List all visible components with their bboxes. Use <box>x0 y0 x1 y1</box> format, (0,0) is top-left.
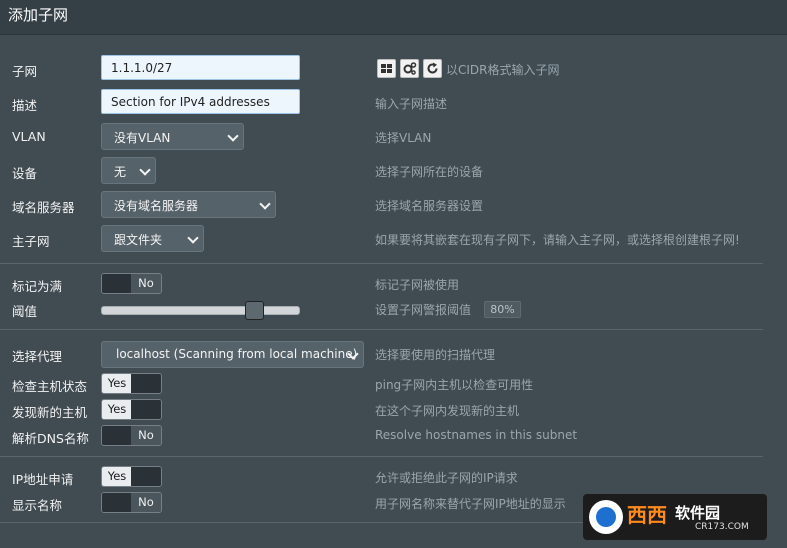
show-name-label: 显示名称 <box>12 498 63 513</box>
description-hint: 输入子网描述 <box>375 97 448 111</box>
discover-hosts-hint: 在这个子网内发现新的主机 <box>375 404 520 418</box>
refresh-icon[interactable] <box>423 59 442 78</box>
scan-agent-select[interactable]: localhost (Scanning from local machine) <box>101 341 364 368</box>
discover-hosts-toggle[interactable]: Yes <box>101 399 162 420</box>
master-subnet-hint: 如果要将其嵌套在现有子网下，请输入主子网，或选择根创建根子网! <box>375 233 740 247</box>
device-label: 设备 <box>12 166 38 181</box>
subnet-hint: 以CIDR格式输入子网 <box>446 63 560 77</box>
gears-icon[interactable] <box>400 59 419 78</box>
threshold-slider-handle[interactable] <box>245 301 264 320</box>
ip-requests-toggle[interactable]: Yes <box>101 466 162 487</box>
show-name-state: No <box>131 493 161 512</box>
mark-full-label: 标记为满 <box>12 279 63 294</box>
check-hosts-label: 检查主机状态 <box>12 379 88 394</box>
resolve-dns-hint: Resolve hostnames in this subnet <box>375 428 578 442</box>
nameserver-label: 域名服务器 <box>12 200 75 215</box>
description-input[interactable]: Section for IPv4 addresses <box>101 89 300 114</box>
vlan-label: VLAN <box>12 129 46 144</box>
check-hosts-hint: ping子网内主机以检查可用性 <box>375 378 534 392</box>
scan-agent-label: 选择代理 <box>12 349 63 364</box>
master-subnet-select[interactable]: 跟文件夹 <box>101 225 204 252</box>
vlan-select[interactable]: 没有VLAN <box>101 123 244 150</box>
watermark-url: CR173.COM <box>695 522 749 532</box>
mark-full-state: No <box>131 274 161 293</box>
chevron-down-icon <box>139 164 151 176</box>
show-name-toggle[interactable]: No <box>101 492 162 513</box>
subnet-input[interactable]: 1.1.1.0/27 <box>101 55 300 80</box>
dialog-title: 添加子网 <box>8 6 69 24</box>
resolve-dns-toggle[interactable]: No <box>101 425 162 446</box>
ip-requests-state: Yes <box>102 467 132 486</box>
check-hosts-toggle[interactable]: Yes <box>101 373 162 394</box>
threshold-value-badge: 80% <box>484 301 521 318</box>
discover-hosts-label: 发现新的主机 <box>12 405 88 420</box>
watermark-text: 软件园 <box>675 504 721 522</box>
watermark-circle-icon <box>589 500 623 534</box>
ip-requests-label: IP地址申请 <box>12 472 74 487</box>
chevron-down-icon <box>187 232 199 244</box>
scan-agent-hint: 选择要使用的扫描代理 <box>375 348 496 362</box>
watermark-logo: 西西 软件园 CR173.COM <box>583 494 767 540</box>
check-hosts-state: Yes <box>102 374 132 393</box>
threshold-label: 阈值 <box>12 304 38 319</box>
resolve-dns-label: 解析DNS名称 <box>12 431 89 446</box>
device-select[interactable]: 无 <box>101 157 156 184</box>
device-hint: 选择子网所在的设备 <box>375 165 484 179</box>
dialog-titlebar: 添加子网 <box>0 0 787 35</box>
separator <box>0 329 763 330</box>
subnet-label: 子网 <box>12 64 38 79</box>
mark-full-toggle[interactable]: No <box>101 273 162 294</box>
nameserver-select[interactable]: 没有域名服务器 <box>101 191 276 218</box>
description-label: 描述 <box>12 98 38 113</box>
ip-requests-hint: 允许或拒绝此子网的IP请求 <box>375 471 518 485</box>
master-subnet-select-value: 跟文件夹 <box>114 233 163 247</box>
resolve-dns-state: No <box>131 426 161 445</box>
master-subnet-label: 主子网 <box>12 234 50 249</box>
grid-icon[interactable] <box>377 59 396 78</box>
separator <box>0 263 763 264</box>
threshold-slider-track[interactable] <box>101 306 300 315</box>
scan-agent-select-value: localhost (Scanning from local machine) <box>116 347 358 361</box>
nameserver-select-value: 没有域名服务器 <box>114 199 199 213</box>
show-name-hint: 用子网名称来替代子网IP地址的显示 <box>375 497 566 511</box>
watermark-brand: 西西 <box>627 503 667 527</box>
nameserver-hint: 选择域名服务器设置 <box>375 199 484 213</box>
vlan-hint: 选择VLAN <box>375 131 432 145</box>
discover-hosts-state: Yes <box>102 400 132 419</box>
chevron-down-icon <box>259 198 271 210</box>
mark-full-hint: 标记子网被使用 <box>375 278 460 292</box>
threshold-hint: 设置子网警报阈值 <box>375 303 472 317</box>
vlan-select-value: 没有VLAN <box>114 131 171 145</box>
separator <box>0 456 763 457</box>
chevron-down-icon <box>227 130 239 142</box>
device-select-value: 无 <box>114 165 127 179</box>
